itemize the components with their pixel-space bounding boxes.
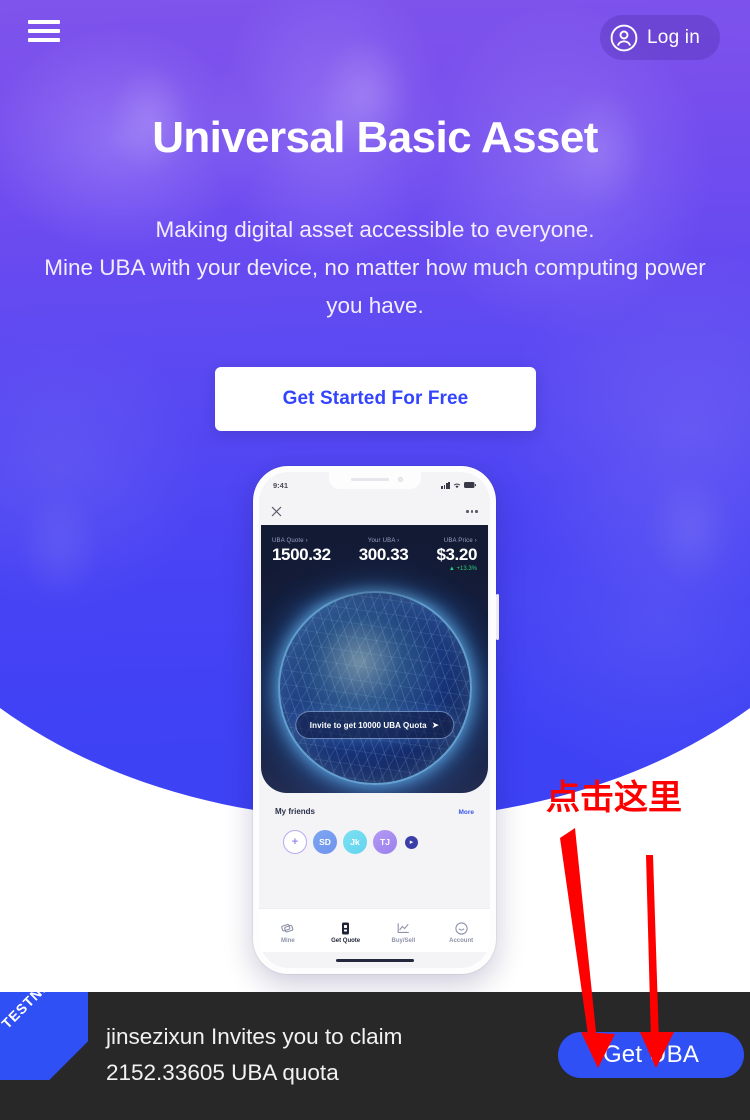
stat-label: Your UBA › xyxy=(367,538,400,544)
cellular-signal-icon xyxy=(441,481,450,489)
close-x-icon[interactable] xyxy=(271,506,282,517)
price-change-badge: ▲ +13.3% xyxy=(448,566,477,572)
battery-full-icon xyxy=(464,482,476,488)
bottom-claim-bar: TESTNET jinsezixun Invites you to claim … xyxy=(0,992,750,1120)
phone-side-button xyxy=(496,594,499,640)
phone-notch xyxy=(328,472,421,489)
stat-value: 300.33 xyxy=(358,545,409,564)
tab-label: Account xyxy=(449,937,474,944)
hero-subtitle-line-1: Making digital asset accessible to every… xyxy=(155,217,595,242)
stat-value: $3.20 xyxy=(436,545,477,564)
stats-row: UBA Quote › 1500.32 Your UBA › 300.33 UB… xyxy=(261,525,488,572)
avatar[interactable]: TJ xyxy=(373,830,397,854)
hero-subtitle: Making digital asset accessible to every… xyxy=(0,211,750,325)
status-bar-icons xyxy=(441,481,476,489)
add-friend-button[interactable]: + xyxy=(283,830,307,854)
stat-label: UBA Price › xyxy=(443,538,477,544)
phone-tab-bar: Mine Get Quote Buy/Sell Account xyxy=(259,908,490,952)
get-started-label: Get Started For Free xyxy=(282,388,469,409)
friends-header: My friends More xyxy=(275,807,474,816)
friends-more-link[interactable]: More xyxy=(458,809,474,816)
claim-text: jinsezixun Invites you to claim 2152.336… xyxy=(106,1019,402,1091)
stat-value: 1500.32 xyxy=(272,545,331,564)
hero-subtitle-line-2: Mine UBA with your device, no matter how… xyxy=(44,255,706,280)
mine-cards-icon xyxy=(281,922,294,935)
smiley-account-icon xyxy=(454,921,468,935)
home-indicator xyxy=(335,958,414,962)
friends-title: My friends xyxy=(275,807,316,816)
page-title: Universal Basic Asset xyxy=(152,113,598,162)
chart-line-icon xyxy=(397,922,410,935)
avatar[interactable]: Jk xyxy=(343,830,367,854)
get-started-button[interactable]: Get Started For Free xyxy=(215,367,536,431)
hero-subtitle-line-3: you have. xyxy=(326,293,424,318)
tab-mine[interactable]: Mine xyxy=(264,922,312,944)
tab-account[interactable]: Account xyxy=(437,921,485,944)
tab-get-quote[interactable]: Get Quote xyxy=(322,922,370,944)
annotation-click-here: 点击这里 xyxy=(546,778,682,818)
avatar[interactable]: SD xyxy=(313,830,337,854)
share-arrow-icon: ➤ xyxy=(431,719,440,730)
phone-status-bar: 9:41 xyxy=(259,472,490,498)
stat-uba-quote: UBA Quote › 1500.32 xyxy=(272,538,331,572)
quote-card: UBA Quote › 1500.32 Your UBA › 300.33 UB… xyxy=(261,525,488,793)
notch-camera xyxy=(397,477,403,482)
wifi-icon xyxy=(453,482,461,488)
claim-text-line-2: 2152.33605 UBA quota xyxy=(106,1060,339,1085)
top-navigation-bar: Log in xyxy=(0,0,750,78)
invite-quota-button[interactable]: Invite to get 10000 UBA Quota ➤ xyxy=(294,711,455,739)
phone-mockup: 9:41 UBA Quote › 1500.32 Your UBA › 300.… xyxy=(253,466,499,974)
phone-app-bar xyxy=(259,498,490,525)
hero-section: Universal Basic Asset Making digital ass… xyxy=(0,0,750,1000)
tab-label: Buy/Sell xyxy=(391,937,416,944)
login-label: Log in xyxy=(647,26,700,48)
invite-quota-label: Invite to get 10000 UBA Quota xyxy=(309,720,427,730)
claim-text-line-1: jinsezixun Invites you to claim xyxy=(106,1024,403,1049)
get-uba-button[interactable]: Get UBA xyxy=(558,1032,744,1078)
tab-label: Get Quote xyxy=(331,937,361,944)
tab-buy-sell[interactable]: Buy/Sell xyxy=(379,922,427,944)
phone-screen: 9:41 UBA Quote › 1500.32 Your UBA › 300.… xyxy=(259,472,490,968)
phone-quote-icon xyxy=(341,922,350,935)
more-dots-icon[interactable] xyxy=(466,510,478,513)
chevron-right-icon[interactable]: ▸ xyxy=(405,835,418,849)
user-circle-icon xyxy=(610,24,638,51)
testnet-ribbon: TESTNET xyxy=(0,992,88,1080)
stat-your-uba: Your UBA › 300.33 xyxy=(359,538,409,572)
globe-graphic xyxy=(277,591,472,785)
notch-speaker xyxy=(350,478,389,481)
status-bar-time: 9:41 xyxy=(273,480,289,490)
hamburger-menu-icon[interactable] xyxy=(28,17,60,45)
tab-label: Mine xyxy=(281,937,295,944)
get-uba-label: Get UBA xyxy=(602,1041,700,1068)
stat-uba-price: UBA Price › $3.20 ▲ +13.3% xyxy=(436,538,477,572)
friends-section: My friends More + SD Jk TJ ▸ xyxy=(259,793,490,861)
login-button[interactable]: Log in xyxy=(600,15,720,60)
friends-avatar-row: + SD Jk TJ ▸ xyxy=(275,823,474,861)
stat-label: UBA Quote › xyxy=(272,538,308,544)
